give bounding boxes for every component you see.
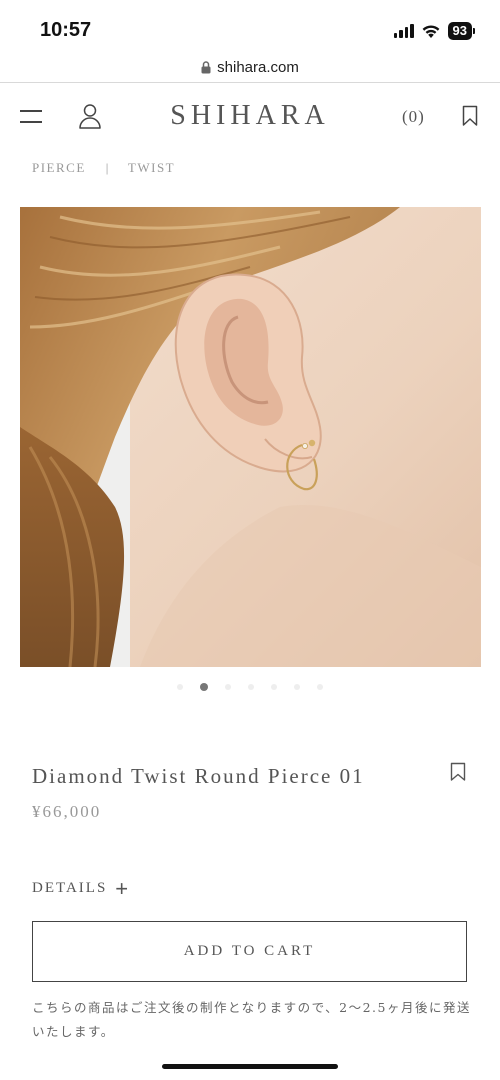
- ear-photo-illustration: [20, 207, 481, 667]
- plus-icon: +: [115, 875, 131, 901]
- product-title: Diamond Twist Round Pierce 01: [32, 764, 365, 788]
- home-indicator[interactable]: [162, 1064, 338, 1069]
- status-bar: 10:57 93: [0, 0, 500, 50]
- shipping-notice: こちらの商品はご注文後の制作となりますので、2〜2.5ヶ月後に発送いたします。: [32, 1000, 471, 1039]
- breadcrumb: PIERCE | TWIST: [32, 160, 175, 176]
- breadcrumb-item-pierce[interactable]: PIERCE: [32, 160, 86, 176]
- address-bar[interactable]: shihara.com: [0, 52, 500, 82]
- bookmark-icon[interactable]: [462, 105, 478, 127]
- carousel-dot[interactable]: [177, 684, 183, 690]
- details-toggle[interactable]: DETAILS +: [32, 875, 131, 901]
- carousel-dot[interactable]: [294, 684, 300, 690]
- details-label: DETAILS: [32, 880, 108, 896]
- carousel-dot[interactable]: [200, 683, 208, 691]
- carousel-dot[interactable]: [225, 684, 231, 690]
- breadcrumb-separator: |: [105, 160, 110, 175]
- carousel-dots: [0, 683, 500, 691]
- divider: [0, 82, 500, 83]
- cart-count[interactable]: (0): [402, 107, 425, 127]
- carousel-dot[interactable]: [317, 684, 323, 690]
- status-icons: 93: [393, 22, 476, 40]
- site-logo[interactable]: SHIHARA: [0, 100, 500, 132]
- status-time: 10:57: [40, 19, 92, 41]
- product-price: ¥66,000: [32, 802, 102, 821]
- carousel-dot[interactable]: [271, 684, 277, 690]
- bookmark-icon[interactable]: [450, 762, 466, 782]
- url-text: shihara.com: [217, 58, 299, 76]
- wifi-icon: [422, 24, 439, 38]
- hamburger-menu-icon[interactable]: [20, 108, 42, 124]
- user-icon[interactable]: [78, 103, 102, 129]
- signal-icon: [393, 24, 414, 38]
- carousel-dot[interactable]: [248, 684, 254, 690]
- battery-icon: 93: [447, 22, 476, 40]
- breadcrumb-item-twist[interactable]: TWIST: [128, 160, 175, 176]
- add-to-cart-button[interactable]: ADD TO CART: [32, 921, 467, 982]
- lock-icon: [201, 60, 211, 73]
- site-header: SHIHARA (0): [0, 90, 500, 144]
- product-image[interactable]: [20, 207, 481, 667]
